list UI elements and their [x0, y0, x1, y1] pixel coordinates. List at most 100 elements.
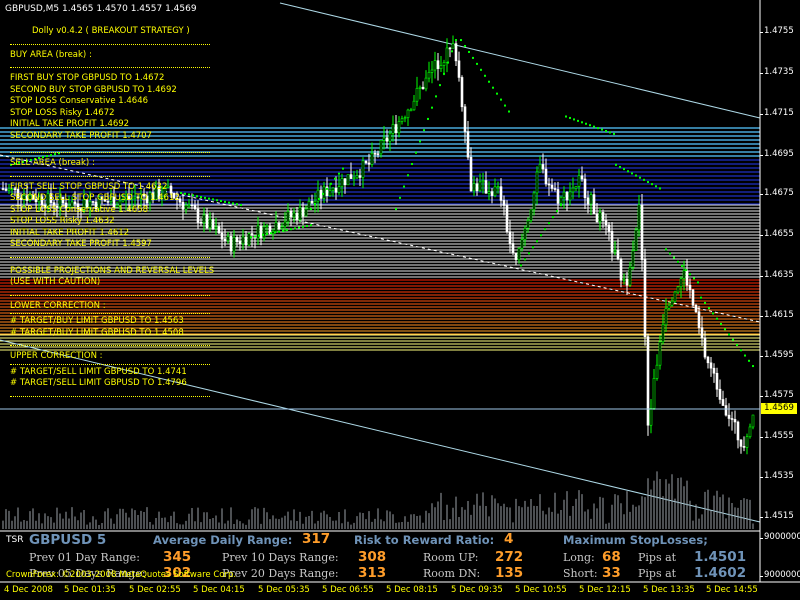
separator	[10, 395, 210, 397]
upper-correction-line: # TARGET/SELL LIMIT GBPUSD TO 1.4741	[10, 366, 187, 377]
candle-body	[661, 324, 665, 343]
candle-body	[298, 207, 302, 221]
time-axis[interactable]: 4 Dec 2008 5 Dec 01:35 5 Dec 02:55 5 Dec…	[0, 582, 760, 600]
candle-body	[433, 60, 437, 71]
sar-dot	[601, 128, 603, 131]
sar-dot	[338, 172, 340, 175]
candle-body	[673, 291, 677, 302]
sar-dot	[492, 86, 494, 89]
sell-line: FIRST SELL STOP GBPUSD TO 1.4632	[10, 181, 168, 192]
candle-body	[241, 236, 245, 245]
candle-body	[388, 133, 392, 142]
candle-body	[550, 184, 554, 189]
candle-body	[283, 221, 287, 227]
sar-dot	[540, 234, 542, 237]
sar-dot	[700, 296, 702, 299]
candle-body	[730, 418, 734, 420]
sar-dot	[752, 365, 754, 368]
candle-body	[331, 187, 335, 191]
candle-body	[379, 140, 383, 155]
candle-body	[529, 209, 533, 221]
sell-area-header: SELL AREA (break) :	[10, 158, 95, 168]
sar-dot	[573, 118, 575, 121]
sar-dot	[577, 119, 579, 122]
sar-dot	[740, 349, 742, 352]
candle-body	[343, 178, 347, 186]
candle-body	[439, 65, 443, 69]
separator	[10, 43, 210, 45]
sar-dot	[399, 196, 401, 199]
candle-body	[301, 207, 305, 217]
sar-dot	[274, 231, 276, 234]
sar-dot	[708, 307, 710, 310]
sar-dot	[220, 200, 222, 203]
sar-dot	[250, 236, 252, 239]
sar-dot	[302, 225, 304, 228]
candle-body	[643, 259, 647, 338]
time-tick: 5 Dec 09:35	[451, 585, 503, 595]
candle-body	[544, 168, 548, 185]
candle-body	[307, 200, 311, 210]
buy-line: STOP LOSS Risky 1.4672	[10, 107, 115, 118]
sar-dot	[216, 199, 218, 202]
separator	[10, 294, 210, 296]
candle-body	[457, 60, 461, 78]
time-tick: 4 Dec 2008	[4, 585, 53, 595]
candle-body	[622, 278, 626, 281]
sar-dot	[476, 62, 478, 65]
sar-dot	[605, 130, 607, 133]
price-tick: 1.4675	[760, 188, 794, 198]
separator	[10, 256, 210, 258]
pips-at-label: Pips at	[638, 567, 677, 580]
sell-line: SECONDARY TAKE PROFIT 1.4597	[10, 239, 152, 249]
sar-dot	[500, 98, 502, 101]
sar-dot	[613, 132, 615, 135]
separator	[10, 313, 210, 314]
strategy-title: Dolly v0.4.2 ( BREAKOUT STRATEGY )	[32, 26, 190, 36]
candle-body	[553, 188, 557, 190]
candle-body	[748, 426, 752, 438]
candle-body	[415, 88, 419, 102]
candle-body	[466, 131, 470, 158]
candle-body	[706, 356, 710, 364]
time-tick: 5 Dec 01:35	[64, 585, 116, 595]
candle-body	[487, 191, 491, 194]
pips-at-value-long: 1.4501	[694, 549, 747, 565]
sar-dot	[560, 204, 562, 207]
candle-body	[235, 237, 239, 242]
candle-body	[418, 86, 422, 89]
candle-body	[724, 405, 728, 416]
max-stoploss-label: Maximum StopLosses;	[563, 533, 708, 547]
candle-body	[595, 213, 599, 223]
time-tick: 5 Dec 04:15	[193, 585, 245, 595]
sar-dot	[536, 240, 538, 243]
candle-body	[397, 121, 401, 134]
sar-dot	[395, 208, 397, 211]
candle-body	[625, 278, 629, 286]
sar-dot	[544, 228, 546, 231]
candle-body	[277, 222, 281, 229]
candle-body	[532, 192, 536, 211]
sar-dot	[647, 180, 649, 183]
sar-dot	[480, 68, 482, 71]
sar-dot	[720, 322, 722, 325]
sar-dot	[310, 208, 312, 211]
price-axis[interactable]: 1.4755 1.4735 1.4715 1.4695 1.4675 1.465…	[760, 0, 800, 580]
short-value: 33	[602, 565, 621, 581]
candle-body	[238, 241, 242, 245]
sar-dot	[282, 229, 284, 232]
price-tick: 1.4535	[760, 471, 794, 481]
candle-body	[400, 118, 404, 122]
candle-body	[670, 300, 674, 306]
candle-body	[229, 236, 233, 252]
volume-bars	[2, 471, 754, 529]
sar-dot	[565, 115, 567, 118]
candle-body	[475, 183, 479, 192]
sar-dot	[262, 233, 264, 236]
candle-body	[232, 237, 236, 252]
candle-body	[421, 86, 425, 90]
prev01-label: Prev 01 Day Range:	[29, 551, 140, 564]
sar-dot	[403, 185, 405, 188]
sar-dot	[548, 222, 550, 225]
sar-dot	[451, 50, 453, 53]
